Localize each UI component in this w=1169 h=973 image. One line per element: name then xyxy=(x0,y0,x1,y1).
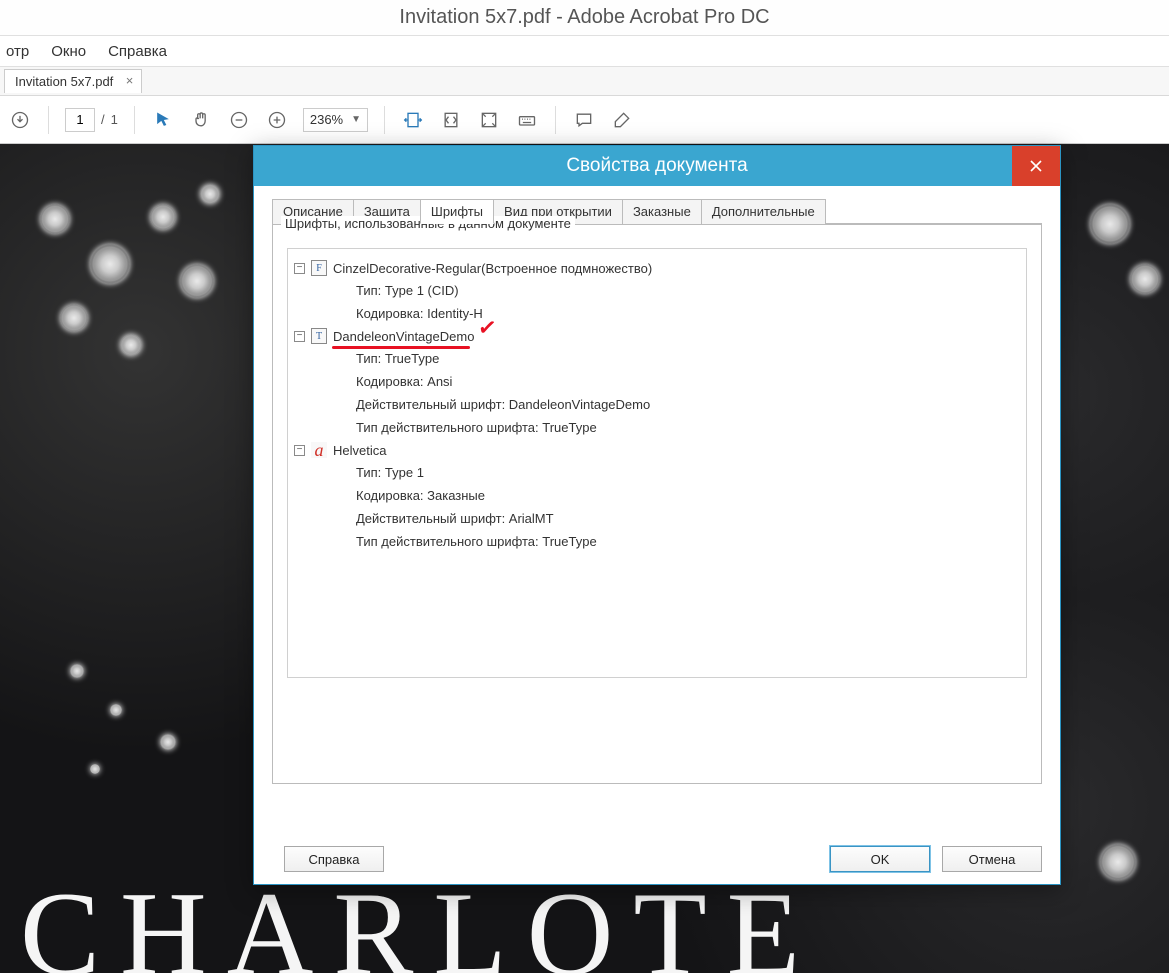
font-detail: Тип: Type 1 (CID) xyxy=(294,279,1020,302)
decoration xyxy=(180,264,214,298)
font-type-icon: T xyxy=(311,328,327,344)
annotation-checkmark: ✓ xyxy=(476,314,498,342)
collapse-icon[interactable]: − xyxy=(294,445,305,456)
font-node[interactable]: − a Helvetica xyxy=(294,439,1020,461)
font-detail: Кодировка: Identity-H xyxy=(294,302,1020,325)
menu-item-view[interactable]: отр xyxy=(6,43,29,60)
dialog-body: Описание Защита Шрифты Вид при открытии … xyxy=(254,186,1060,884)
font-name: CinzelDecorative-Regular(Встроенное подм… xyxy=(333,261,652,276)
fit-width-icon[interactable] xyxy=(401,108,425,132)
zoom-value: 236% xyxy=(310,112,343,127)
tab-fonts[interactable]: Шрифты xyxy=(420,199,494,224)
font-detail: Действительный шрифт: ArialMT xyxy=(294,507,1020,530)
font-type-icon: a xyxy=(311,442,327,458)
font-detail: Действительный шрифт: DandeleonVintageDe… xyxy=(294,393,1020,416)
separator xyxy=(384,106,385,134)
close-button[interactable] xyxy=(1012,146,1060,186)
window-titlebar: Invitation 5x7.pdf - Adobe Acrobat Pro D… xyxy=(0,0,1169,36)
menu-item-help[interactable]: Справка xyxy=(108,43,167,60)
close-icon[interactable]: × xyxy=(126,73,134,88)
fit-page-icon[interactable] xyxy=(439,108,463,132)
help-button[interactable]: Справка xyxy=(284,846,384,872)
font-detail: Тип действительного шрифта: TrueType xyxy=(294,530,1020,553)
decoration xyxy=(90,764,100,774)
decoration xyxy=(110,704,122,716)
highlight-icon[interactable] xyxy=(610,108,634,132)
decoration xyxy=(200,184,220,204)
comment-icon[interactable] xyxy=(572,108,596,132)
dialog-titlebar[interactable]: Свойства документа xyxy=(254,146,1060,186)
decoration xyxy=(120,334,142,356)
font-detail: Кодировка: Заказные xyxy=(294,484,1020,507)
document-tabstrip: Invitation 5x7.pdf × xyxy=(0,66,1169,96)
decoration xyxy=(1100,844,1136,880)
chevron-down-icon: ▼ xyxy=(351,114,361,125)
decoration xyxy=(150,204,176,230)
fullscreen-icon[interactable] xyxy=(477,108,501,132)
annotation-underline xyxy=(332,346,470,349)
fonts-tree[interactable]: − F CinzelDecorative-Regular(Встроенное … xyxy=(287,248,1027,678)
separator xyxy=(48,106,49,134)
page-navigator: / 1 xyxy=(65,108,118,132)
window-title: Invitation 5x7.pdf - Adobe Acrobat Pro D… xyxy=(399,6,769,29)
zoom-dropdown[interactable]: 236% ▼ xyxy=(303,108,368,132)
menubar: отр Окно Справка xyxy=(0,36,1169,66)
decoration xyxy=(1090,204,1130,244)
separator xyxy=(134,106,135,134)
zoom-out-icon[interactable] xyxy=(227,108,251,132)
dialog-title: Свойства документа xyxy=(566,155,747,177)
arrow-cursor-icon[interactable] xyxy=(151,108,175,132)
ok-button[interactable]: OK xyxy=(830,846,930,872)
dialog-footer: Справка OK Отмена xyxy=(272,846,1042,872)
font-node[interactable]: − F CinzelDecorative-Regular(Встроенное … xyxy=(294,257,1020,279)
zoom-in-icon[interactable] xyxy=(265,108,289,132)
font-name: DandeleonVintageDemo xyxy=(333,329,474,344)
decoration xyxy=(60,304,88,332)
document-properties-dialog: Свойства документа Описание Защита Шрифт… xyxy=(253,145,1061,885)
hand-icon[interactable] xyxy=(189,108,213,132)
font-type-icon: F xyxy=(311,260,327,276)
fonts-fieldset: Шрифты, использованные в данном документ… xyxy=(272,224,1042,784)
decoration xyxy=(40,204,70,234)
collapse-icon[interactable]: − xyxy=(294,331,305,342)
keyboard-icon[interactable] xyxy=(515,108,539,132)
document-tab-label: Invitation 5x7.pdf xyxy=(15,74,113,89)
collapse-icon[interactable]: − xyxy=(294,263,305,274)
decoration xyxy=(90,244,130,284)
menu-item-window[interactable]: Окно xyxy=(51,43,86,60)
font-name: Helvetica xyxy=(333,443,386,458)
separator xyxy=(555,106,556,134)
font-detail: Тип: Type 1 xyxy=(294,461,1020,484)
font-detail: Тип: TrueType xyxy=(294,347,1020,370)
font-detail: Тип действительного шрифта: TrueType xyxy=(294,416,1020,439)
decoration xyxy=(70,664,84,678)
save-icon[interactable] xyxy=(8,108,32,132)
cancel-button[interactable]: Отмена xyxy=(942,846,1042,872)
decoration xyxy=(160,734,176,750)
decoration xyxy=(1130,264,1160,294)
page-current-input[interactable] xyxy=(65,108,95,132)
tab-custom[interactable]: Заказные xyxy=(622,199,702,224)
page-total: 1 xyxy=(111,112,118,127)
page-separator: / xyxy=(101,112,105,127)
font-node[interactable]: − T DandeleonVintageDemo ✓ xyxy=(294,325,1020,347)
tab-advanced[interactable]: Дополнительные xyxy=(701,199,826,224)
font-detail: Кодировка: Ansi xyxy=(294,370,1020,393)
toolbar: / 1 236% ▼ xyxy=(0,96,1169,144)
document-tab[interactable]: Invitation 5x7.pdf × xyxy=(4,69,142,93)
